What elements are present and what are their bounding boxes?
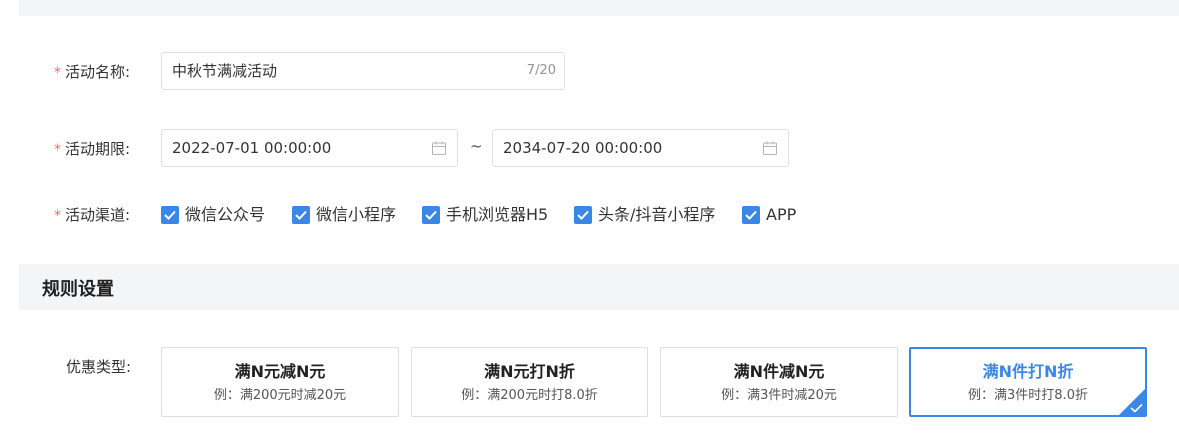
activity-name-label: * 活动名称: <box>54 63 131 81</box>
card-title: 满N件减N元 <box>733 362 825 381</box>
activity-name-input[interactable]: 中秋节满减活动 7/20 <box>161 52 565 90</box>
channel-checkbox-toutiao-douyin[interactable]: 头条/抖音小程序 <box>574 205 715 225</box>
check-icon <box>574 206 592 224</box>
activity-period-label: * 活动期限: <box>54 140 131 158</box>
discount-type-card-amount-discount[interactable]: 满N元打N折 例：满200元时打8.0折 <box>411 347 648 417</box>
channel-checkbox-wechat-official[interactable]: 微信公众号 <box>161 205 265 225</box>
end-date-input[interactable]: 2034-07-20 00:00:00 <box>492 129 789 167</box>
discount-type-card-count-minus[interactable]: 满N件减N元 例：满3件时减20元 <box>660 347 898 417</box>
start-date-input[interactable]: 2022-07-01 00:00:00 <box>161 129 458 167</box>
card-example: 例：满3件时减20元 <box>721 388 837 403</box>
check-icon <box>1130 403 1143 413</box>
section-header-band <box>19 0 1179 16</box>
char-counter: 7/20 <box>526 63 556 78</box>
check-icon <box>292 206 310 224</box>
channel-checkbox-wechat-miniprogram[interactable]: 微信小程序 <box>292 205 396 225</box>
end-date-value: 2034-07-20 00:00:00 <box>503 139 663 157</box>
section-title: 规则设置 <box>42 279 114 300</box>
rules-section-header <box>19 264 1179 310</box>
required-mark: * <box>54 65 61 81</box>
card-title: 满N元打N折 <box>484 362 575 381</box>
start-date-value: 2022-07-01 00:00:00 <box>172 139 332 157</box>
card-example: 例：满200元时打8.0折 <box>461 388 598 403</box>
calendar-icon[interactable] <box>431 140 447 156</box>
card-title: 满N元减N元 <box>234 362 326 381</box>
required-mark: * <box>54 208 61 224</box>
check-icon <box>742 206 760 224</box>
date-range-separator: ~ <box>470 137 483 155</box>
channel-checkbox-app[interactable]: APP <box>742 205 796 225</box>
activity-channel-label: * 活动渠道: <box>54 206 131 224</box>
check-icon <box>422 206 440 224</box>
discount-type-card-count-discount[interactable]: 满N件打N折 例：满3件时打8.0折 <box>909 347 1147 417</box>
activity-name-value: 中秋节满减活动 <box>172 62 278 80</box>
card-example: 例：满3件时打8.0折 <box>968 388 1088 403</box>
calendar-icon[interactable] <box>762 140 778 156</box>
required-mark: * <box>54 142 61 158</box>
discount-type-card-amount-minus[interactable]: 满N元减N元 例：满200元时减20元 <box>161 347 399 417</box>
check-icon <box>161 206 179 224</box>
card-title: 满N件打N折 <box>982 362 1074 381</box>
card-example: 例：满200元时减20元 <box>213 388 347 403</box>
channel-checkbox-mobile-h5[interactable]: 手机浏览器H5 <box>422 205 548 225</box>
discount-type-label: 优惠类型: <box>66 358 132 376</box>
